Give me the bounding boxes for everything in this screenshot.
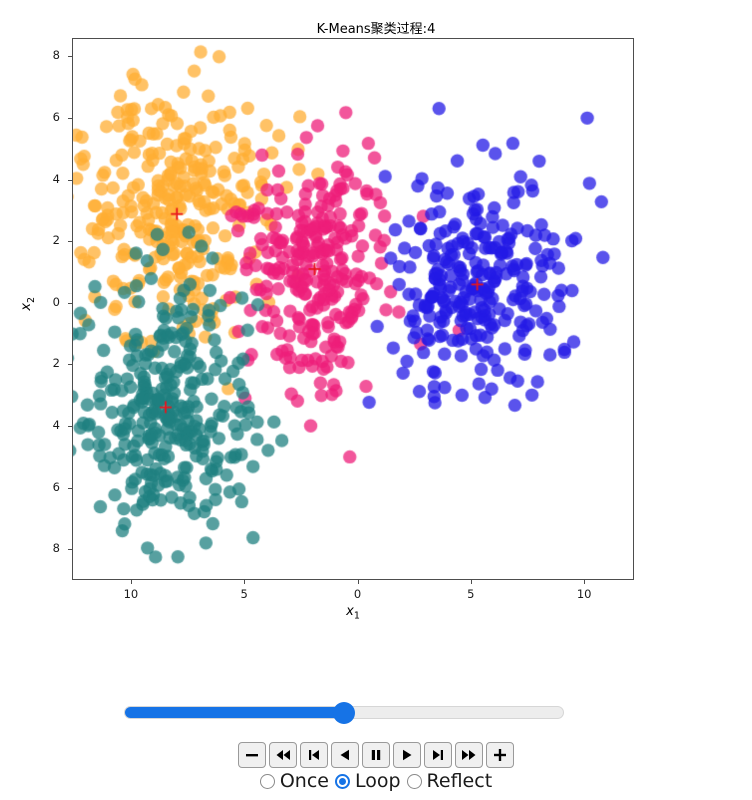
radio-option-label: Loop [354, 770, 401, 792]
plus-icon [492, 747, 508, 763]
y-tick-mark [68, 241, 72, 243]
y-axis-label: x2 [19, 264, 37, 344]
y-tick-mark [68, 487, 72, 489]
x-axis-label-base: x [346, 604, 354, 619]
loop-mode-radio-group: Once Loop Reflect [0, 772, 752, 791]
x-axis-label: x1 [0, 604, 706, 622]
y-tick-mark [68, 302, 72, 304]
play-backward-button[interactable] [331, 742, 359, 768]
step-backward-icon [307, 748, 321, 762]
radio-selected-dot [338, 778, 346, 785]
y-tick-label: 4 [52, 171, 60, 186]
jump-to-start-button[interactable] [269, 742, 297, 768]
x-tick-mark [244, 580, 246, 584]
y-tick-label: 6 [52, 479, 60, 494]
jump-to-end-button[interactable] [455, 742, 483, 768]
step-forward-button[interactable] [424, 742, 452, 768]
x-tick-label: 0 [353, 587, 362, 601]
radio-button-icon[interactable] [334, 774, 350, 789]
y-tick-label: 0 [52, 294, 60, 309]
y-tick-mark [68, 56, 72, 58]
pause-button[interactable] [362, 742, 390, 768]
x-tick-mark [357, 580, 359, 584]
radio-option-reflect[interactable]: Reflect [406, 770, 493, 792]
animation-controls: Once Loop Reflect [0, 660, 752, 800]
y-tick-mark [68, 179, 72, 181]
x-tick-mark [130, 580, 132, 584]
decrease-speed-button[interactable] [238, 742, 266, 768]
play-backward-icon [338, 748, 352, 762]
radio-option-once[interactable]: Once [259, 770, 329, 792]
x-tick-mark [584, 580, 586, 584]
y-tick-label: 2 [52, 356, 60, 371]
radio-option-label: Once [279, 770, 329, 792]
y-tick-label: 6 [52, 110, 60, 125]
y-tick-label: 8 [52, 541, 60, 556]
x-axis-label-subscript: 1 [353, 610, 360, 622]
y-tick-mark [68, 549, 72, 551]
x-tick-label: 5 [467, 587, 475, 601]
y-tick-label: 4 [52, 418, 60, 433]
play-forward-button[interactable] [393, 742, 421, 768]
pause-icon [369, 748, 383, 762]
frame-slider[interactable] [124, 701, 564, 724]
y-tick-label: 2 [52, 233, 60, 248]
frame-slider-thumb[interactable] [333, 701, 355, 724]
x-tick-mark [470, 580, 472, 584]
x-tick-label: 10 [576, 587, 592, 601]
radio-option-loop[interactable]: Loop [334, 770, 401, 792]
radio-button-icon[interactable] [406, 774, 422, 789]
y-tick-mark [68, 426, 72, 428]
play-forward-icon [400, 748, 414, 762]
skip-backward-icon [274, 748, 292, 762]
x-tick-label: 5 [240, 587, 248, 601]
y-tick-label: 8 [52, 48, 60, 63]
scatter-points-layer [73, 39, 633, 579]
skip-forward-icon [460, 748, 478, 762]
y-axis-label-subscript: 2 [25, 296, 37, 303]
y-axis-label-base: x [19, 302, 35, 311]
increase-speed-button[interactable] [486, 742, 514, 768]
y-tick-mark [68, 364, 72, 366]
step-backward-button[interactable] [300, 742, 328, 768]
scatter-plot-axes [72, 38, 634, 580]
matplotlib-figure: K-Means聚类过程:4 8 6 4 2 0 2 4 6 8 10 5 0 5 10 x1 x2 [0, 0, 752, 660]
page-title: K-Means聚类过程:4 [316, 22, 436, 37]
minus-icon [244, 747, 260, 763]
slider-row [0, 698, 752, 728]
radio-button-icon[interactable] [259, 774, 275, 789]
step-forward-icon [431, 748, 445, 762]
y-tick-mark [68, 118, 72, 120]
frame-slider-fill [125, 707, 344, 718]
playback-button-row [0, 742, 752, 768]
radio-option-label: Reflect [426, 770, 493, 792]
x-tick-label: 10 [123, 587, 139, 601]
